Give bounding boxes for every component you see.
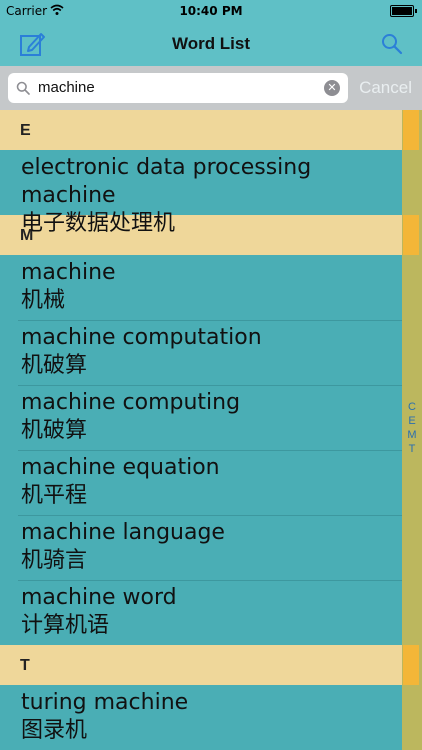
word-label: machine word — [21, 585, 177, 610]
navigation-bar: Word List — [0, 22, 422, 66]
search-input[interactable]: machine ✕ — [8, 73, 348, 103]
list-item[interactable]: machine computing 机破算 — [0, 385, 402, 450]
section-header-t: T — [0, 645, 402, 685]
status-bar: Carrier 10:40 PM — [0, 0, 422, 22]
section-header-e: E — [0, 110, 402, 150]
list-item[interactable]: electronic data processing machine 电子数据处… — [0, 150, 402, 236]
list-item[interactable]: machine computation 机破算 — [0, 320, 402, 385]
index-letters: C E M T — [402, 400, 422, 456]
list-item[interactable]: machine 机械 — [0, 255, 402, 320]
status-time: 10:40 PM — [179, 4, 243, 18]
word-label: turing machine — [21, 690, 189, 715]
translation-label: 计算机语 — [21, 613, 110, 638]
index-letter-e[interactable]: E — [402, 414, 422, 428]
list-item[interactable]: machine word 计算机语 — [0, 580, 402, 645]
translation-label: 机平程 — [21, 483, 88, 508]
search-icon[interactable] — [380, 32, 404, 56]
list-item[interactable]: machine equation 机平程 — [0, 450, 402, 515]
word-list: E electronic data processing machine 电子数… — [0, 110, 402, 750]
section-index-bar[interactable]: C E M T — [402, 110, 422, 750]
word-label: machine equation — [21, 455, 220, 480]
word-label: electronic data processing machine — [21, 155, 312, 208]
list-item[interactable]: turing machine 图录机 — [0, 685, 402, 750]
index-marker-m — [403, 215, 419, 255]
magnifier-icon — [16, 81, 30, 95]
index-letter-m[interactable]: M — [402, 428, 422, 442]
word-label: machine computing — [21, 390, 241, 415]
cancel-button[interactable]: Cancel — [359, 78, 412, 98]
translation-label: 机破算 — [21, 353, 88, 378]
search-query: machine — [38, 79, 95, 96]
search-bar: machine ✕ Cancel — [0, 66, 422, 110]
translation-label: 机破算 — [21, 418, 88, 443]
index-letter-c[interactable]: C — [402, 400, 422, 414]
list-item[interactable]: machine language 机骑言 — [0, 515, 402, 580]
battery-icon — [390, 5, 417, 17]
index-marker-e — [403, 110, 419, 150]
index-letter-t[interactable]: T — [402, 442, 422, 456]
translation-label: 机骑言 — [21, 548, 88, 573]
translation-label: 机械 — [21, 288, 66, 313]
translation-label: 图录机 — [21, 718, 88, 743]
clear-icon[interactable]: ✕ — [324, 80, 340, 96]
word-label: machine computation — [21, 325, 262, 350]
word-label: machine language — [21, 520, 225, 545]
translation-label: 电子数据处理机 — [21, 211, 176, 236]
word-label: machine — [21, 260, 116, 285]
index-marker-t — [403, 645, 419, 685]
page-title: Word List — [171, 34, 251, 53]
